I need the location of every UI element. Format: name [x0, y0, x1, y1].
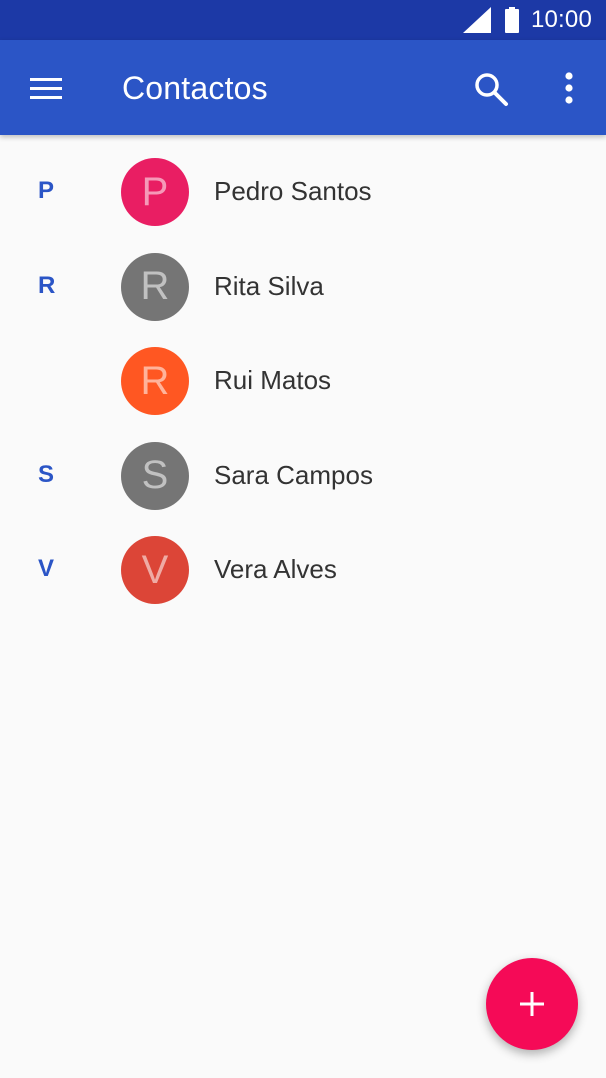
avatar-initial: V: [141, 547, 169, 592]
status-bar: 10:00: [0, 0, 606, 40]
contact-name: Vera Alves: [214, 554, 337, 584]
avatar-initial: P: [141, 169, 169, 214]
signal-icon: [462, 7, 491, 33]
section-letter: P: [38, 177, 55, 204]
menu-icon[interactable]: [28, 71, 64, 107]
contact-name: Pedro Santos: [214, 176, 372, 206]
contact-row[interactable]: P P Pedro Santos: [0, 145, 606, 240]
contact-row[interactable]: V V Vera Alves: [0, 523, 606, 618]
avatar-initial: R: [140, 264, 170, 308]
avatar-initial: R: [140, 358, 170, 403]
status-time: 10:00: [530, 6, 592, 33]
contact-name: Sara Campos: [214, 459, 373, 490]
avatar: V: [121, 536, 189, 604]
app-bar: Contactos: [0, 40, 606, 135]
avatar: R: [121, 347, 189, 415]
page-title: Contactos: [122, 70, 268, 106]
add-icon: [520, 992, 544, 1016]
avatar-initial: S: [141, 453, 169, 497]
section-letter: S: [38, 460, 55, 488]
search-icon[interactable]: [472, 70, 510, 108]
avatar: R: [121, 252, 189, 321]
contact-name: Rita Silva: [214, 270, 324, 301]
contact-row[interactable]: R Rui Matos: [0, 334, 606, 429]
contact-name: Rui Matos: [214, 365, 332, 395]
avatar: S: [121, 441, 189, 510]
more-vert-icon[interactable]: [552, 70, 586, 108]
avatar: P: [121, 158, 189, 226]
section-letter: R: [38, 271, 56, 299]
contact-list: P P Pedro Santos R R Rita Silva R Rui Ma…: [0, 145, 606, 618]
contact-row[interactable]: S S Sara Campos: [0, 429, 606, 524]
battery-icon: [504, 7, 519, 33]
contact-row[interactable]: R R Rita Silva: [0, 240, 606, 335]
section-letter: V: [38, 555, 55, 582]
add-contact-button[interactable]: [486, 958, 578, 1050]
